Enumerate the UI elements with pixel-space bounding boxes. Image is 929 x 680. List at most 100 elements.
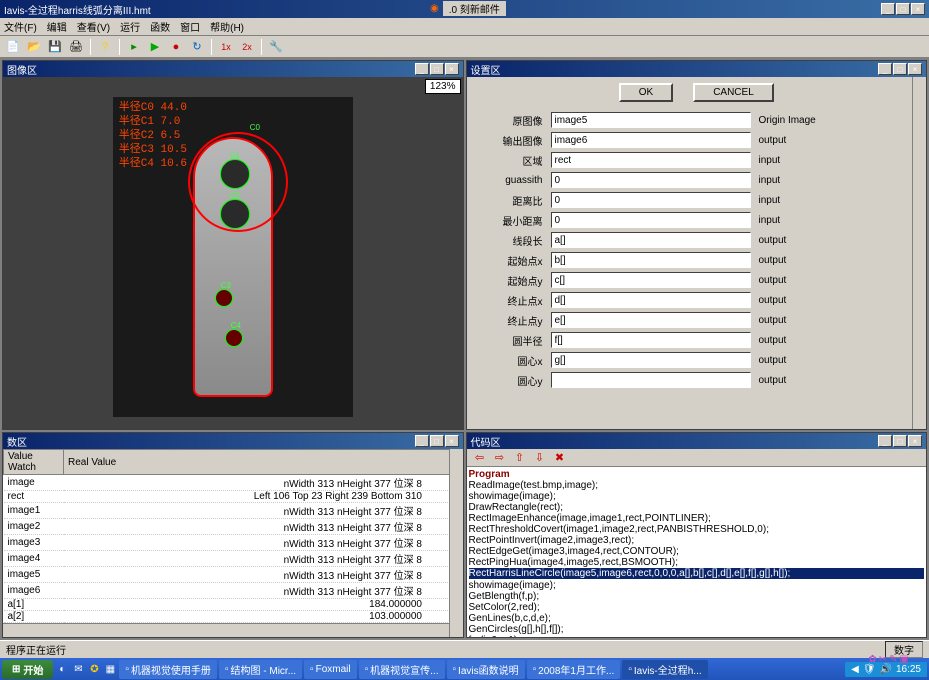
table-row[interactable]: image4nWidth 313 nHeight 377 位深 8 (4, 551, 463, 567)
property-input[interactable] (551, 172, 751, 188)
property-input[interactable] (551, 352, 751, 368)
code-next-icon[interactable]: ⇨ (491, 449, 509, 467)
property-input[interactable] (551, 292, 751, 308)
code-line[interactable]: showimage(image); (469, 580, 925, 591)
wrench-icon[interactable]: 🔧 (267, 38, 285, 56)
quicklaunch-icon[interactable]: ◐ (55, 662, 69, 676)
property-input[interactable] (551, 152, 751, 168)
menu-run[interactable]: 运行 (120, 19, 140, 34)
menu-function[interactable]: 函数 (150, 19, 170, 34)
table-row[interactable]: imagenWidth 313 nHeight 377 位深 8 (4, 475, 463, 491)
taskbar-item[interactable]: ▫结构图 - Micr... (219, 660, 302, 679)
run-icon[interactable]: ▶ (146, 38, 164, 56)
quicklaunch-icon[interactable]: ✪ (87, 662, 101, 676)
table-row[interactable]: image5nWidth 313 nHeight 377 位深 8 (4, 567, 463, 583)
menu-help[interactable]: 帮助(H) (210, 19, 244, 34)
run-step-icon[interactable]: ▸ (125, 38, 143, 56)
cancel-button[interactable]: CANCEL (693, 83, 774, 102)
panel-maximize-button[interactable]: □ (430, 63, 444, 75)
code-down-icon[interactable]: ⇩ (531, 449, 549, 467)
code-line[interactable]: SetColor(2,red); (469, 602, 925, 613)
horizontal-scrollbar[interactable] (3, 623, 449, 637)
menu-file[interactable]: 文件(F) (4, 19, 37, 34)
property-input[interactable] (551, 112, 751, 128)
taskbar-item[interactable]: ▫机器视觉宣传... (359, 660, 445, 679)
code-line[interactable]: RectEdgeGet(image3,image4,rect,CONTOUR); (469, 546, 925, 557)
tray-icon[interactable]: ◀ (851, 664, 859, 675)
col-value-header[interactable]: Real Value (64, 450, 463, 475)
panel-close-button[interactable]: × (445, 435, 459, 447)
panel-minimize-button[interactable]: _ (878, 63, 892, 75)
table-row[interactable]: a[1]184.000000 (4, 599, 463, 611)
menu-edit[interactable]: 编辑 (47, 19, 67, 34)
property-input[interactable] (551, 232, 751, 248)
new-icon[interactable]: 📄 (4, 38, 22, 56)
property-input[interactable] (551, 212, 751, 228)
tray-icon[interactable]: 🔊 (880, 664, 892, 675)
code-line[interactable]: showimage(image); (469, 491, 925, 502)
property-input[interactable] (551, 252, 751, 268)
code-line[interactable]: ReadImage(test.bmp,image); (469, 480, 925, 491)
property-input[interactable] (551, 272, 751, 288)
open-icon[interactable]: 📂 (25, 38, 43, 56)
code-up-icon[interactable]: ⇧ (511, 449, 529, 467)
property-input[interactable] (551, 192, 751, 208)
table-row[interactable]: image1nWidth 313 nHeight 377 位深 8 (4, 503, 463, 519)
quicklaunch-icon[interactable]: ✉ (71, 662, 85, 676)
help-icon[interactable]: ? (96, 38, 114, 56)
code-line[interactable]: GenCircles(g[],h[],f[]); (469, 624, 925, 635)
zoom-1x-icon[interactable]: 1x (217, 38, 235, 56)
property-input[interactable] (551, 132, 751, 148)
code-line[interactable]: Program (469, 469, 925, 480)
property-input[interactable] (551, 332, 751, 348)
taskbar-item[interactable]: ▫Foxmail (304, 660, 357, 679)
table-row[interactable]: rectLeft 106 Top 23 Right 239 Bottom 310 (4, 491, 463, 503)
property-input[interactable] (551, 372, 751, 388)
panel-maximize-button[interactable]: □ (893, 63, 907, 75)
taskbar-item[interactable]: ▫Iavis-全过程h... (622, 660, 707, 679)
property-input[interactable] (551, 312, 751, 328)
menu-window[interactable]: 窗口 (180, 19, 200, 34)
code-line[interactable]: GetBlength(f,p); (469, 591, 925, 602)
table-row[interactable]: image2nWidth 313 nHeight 377 位深 8 (4, 519, 463, 535)
panel-close-button[interactable]: × (908, 63, 922, 75)
vertical-scrollbar[interactable] (449, 449, 463, 637)
save-icon[interactable]: 💾 (46, 38, 64, 56)
panel-minimize-button[interactable]: _ (415, 435, 429, 447)
taskbar-item[interactable]: ▫2008年1月工作... (527, 660, 621, 679)
print-icon[interactable]: 🖨 (67, 38, 85, 56)
code-line[interactable]: DrawRectangle(rect); (469, 502, 925, 513)
vertical-scrollbar[interactable] (912, 77, 926, 429)
code-editor[interactable]: ProgramReadImage(test.bmp,image);showima… (467, 467, 927, 637)
panel-minimize-button[interactable]: _ (878, 435, 892, 447)
quicklaunch-icon[interactable]: ▦ (103, 662, 117, 676)
panel-maximize-button[interactable]: □ (430, 435, 444, 447)
ok-button[interactable]: OK (619, 83, 673, 102)
panel-close-button[interactable]: × (445, 63, 459, 75)
minimize-button[interactable]: _ (881, 3, 895, 15)
code-line[interactable]: RectThresholdCovert(image1,image2,rect,P… (469, 524, 925, 535)
panel-maximize-button[interactable]: □ (893, 435, 907, 447)
panel-close-button[interactable]: × (908, 435, 922, 447)
code-line[interactable]: RectPointInvert(image2,image3,rect); (469, 535, 925, 546)
code-line[interactable]: for(i=0,p,1); (469, 635, 925, 637)
col-watch-header[interactable]: Value Watch (4, 450, 64, 475)
code-line[interactable]: RectImageEnhance(image,image1,rect,POINT… (469, 513, 925, 524)
start-button[interactable]: ⊞ 开始 (2, 660, 53, 679)
zoom-2x-icon[interactable]: 2x (238, 38, 256, 56)
maximize-button[interactable]: □ (896, 3, 910, 15)
table-row[interactable]: a[2]103.000000 (4, 611, 463, 623)
refresh-icon[interactable]: ↻ (188, 38, 206, 56)
panel-minimize-button[interactable]: _ (415, 63, 429, 75)
code-delete-icon[interactable]: ✖ (551, 449, 569, 467)
table-row[interactable]: image6nWidth 313 nHeight 377 位深 8 (4, 583, 463, 599)
taskbar-item[interactable]: ▫Iavis函数说明 (447, 660, 525, 679)
record-icon[interactable]: ● (167, 38, 185, 56)
code-line[interactable]: RectPingHua(image4,image5,rect,BSMOOTH); (469, 557, 925, 568)
code-prev-icon[interactable]: ⇦ (471, 449, 489, 467)
code-line[interactable]: GenLines(b,c,d,e); (469, 613, 925, 624)
tray-icon[interactable]: 🛡 (863, 664, 876, 675)
taskbar-item[interactable]: ▫机器视觉使用手册 (119, 660, 217, 679)
table-row[interactable]: image3nWidth 313 nHeight 377 位深 8 (4, 535, 463, 551)
close-button[interactable]: × (911, 3, 925, 15)
